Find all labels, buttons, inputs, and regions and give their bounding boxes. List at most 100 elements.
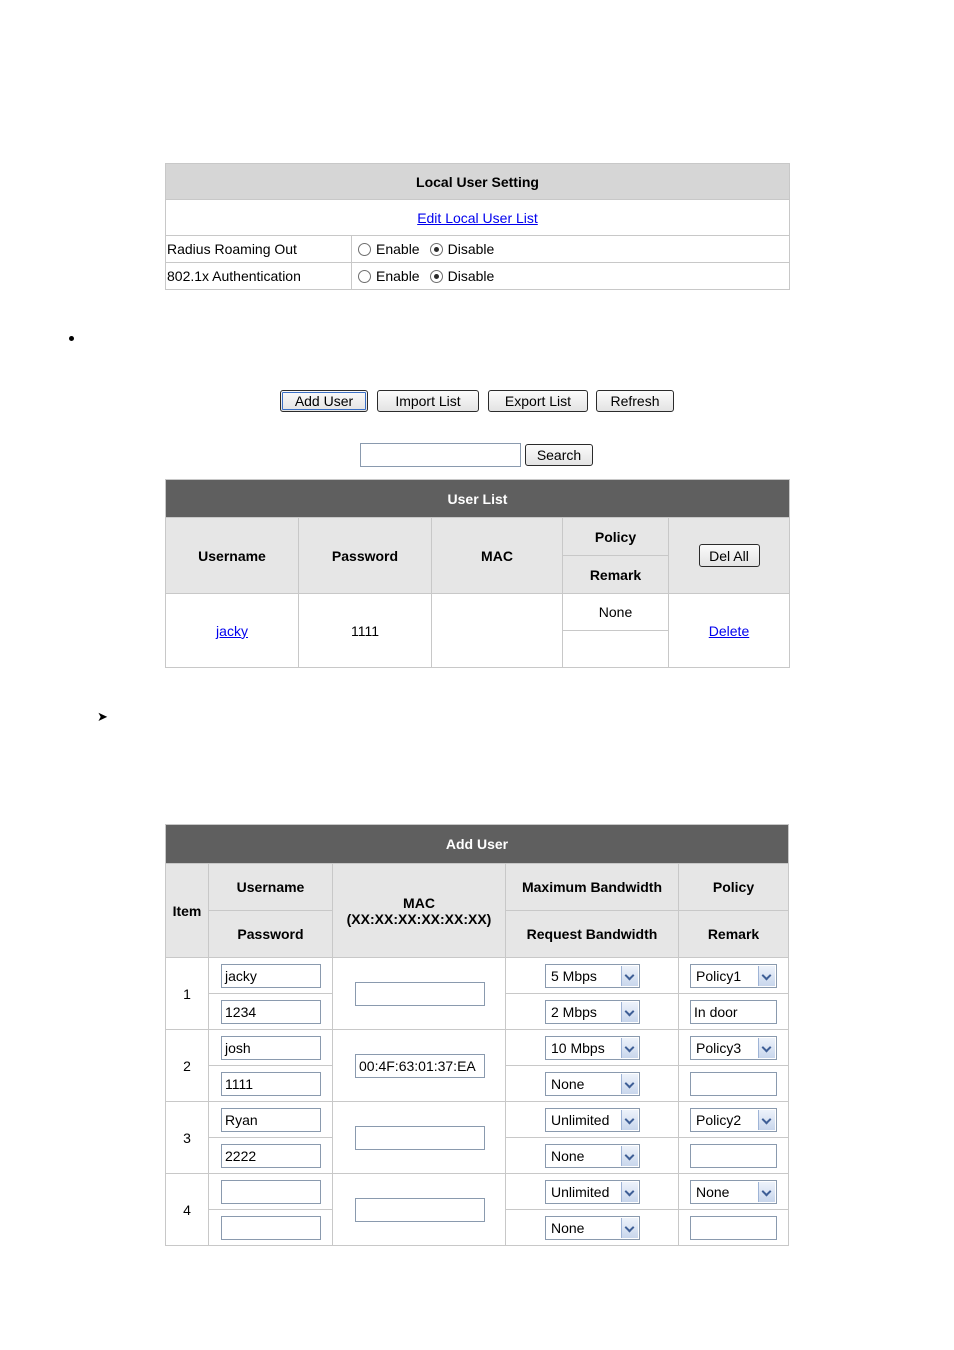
radius-roaming-enable-radio[interactable] [358, 243, 371, 256]
mac-header-label: MAC [403, 894, 435, 911]
select-value: Policy3 [696, 1039, 742, 1056]
policy-header: Policy [678, 863, 789, 911]
password-input[interactable]: 2222 [221, 1143, 321, 1168]
password-cell: 1111 [298, 593, 432, 668]
remark-input[interactable] [690, 1215, 777, 1240]
request-bandwidth-select[interactable]: 2 Mbps [545, 999, 640, 1024]
remark-input[interactable] [690, 1071, 777, 1096]
username-input[interactable]: jacky [221, 963, 321, 988]
del-all-button[interactable]: Del All [698, 544, 760, 567]
mac-header: MAC [431, 517, 563, 594]
item-number: 3 [165, 1101, 209, 1174]
dot1x-enable-radio[interactable] [358, 270, 371, 283]
policy-select[interactable]: None [690, 1179, 777, 1204]
policy-select[interactable]: Policy2 [690, 1107, 777, 1132]
refresh-button[interactable]: Refresh [596, 390, 674, 412]
remark-cell [562, 630, 669, 668]
chevron-down-icon [621, 965, 638, 986]
password-input[interactable] [221, 1215, 321, 1240]
chevron-down-icon [621, 1109, 638, 1130]
add-user-table: Add User Item Username MAC (XX:XX:XX:XX:… [165, 824, 789, 1246]
add-user-title: Add User [165, 824, 789, 864]
import-list-button[interactable]: Import List [377, 390, 479, 412]
max-bandwidth-header: Maximum Bandwidth [505, 863, 679, 911]
max-bandwidth-select[interactable]: 5 Mbps [545, 963, 640, 988]
remark-header: Remark [562, 555, 669, 594]
enable-label: Enable [376, 268, 420, 284]
del-all-cell: Del All [668, 517, 790, 594]
bullet-point [69, 336, 74, 341]
chevron-down-icon [621, 1037, 638, 1058]
mac-input[interactable] [355, 1125, 485, 1150]
username-input[interactable]: Ryan [221, 1107, 321, 1132]
policy-select[interactable]: Policy1 [690, 963, 777, 988]
select-value: Policy2 [696, 1111, 742, 1128]
mac-input[interactable] [355, 1197, 485, 1222]
mac-format-label: (XX:XX:XX:XX:XX:XX) [346, 910, 492, 927]
select-value: None [551, 1147, 585, 1164]
local-user-setting-title: Local User Setting [165, 163, 790, 200]
item-number: 4 [165, 1173, 209, 1246]
chevron-down-icon [621, 1181, 638, 1202]
arrow-bullet-icon: ➤ [97, 709, 108, 724]
mac-input[interactable]: 00:4F:63:01:37:EA [355, 1053, 485, 1078]
mac-cell [431, 593, 563, 668]
search-button[interactable]: Search [525, 444, 593, 466]
local-user-setting-table: Local User Setting Edit Local User List … [165, 163, 790, 290]
select-value: None [696, 1183, 730, 1200]
request-bandwidth-select[interactable]: None [545, 1071, 640, 1096]
add-user-button[interactable]: Add User [280, 390, 368, 412]
chevron-down-icon [758, 1037, 775, 1058]
dot1x-disable-radio[interactable] [429, 270, 443, 283]
chevron-down-icon [758, 965, 775, 986]
select-value: 10 Mbps [551, 1039, 605, 1056]
chevron-down-icon [621, 1217, 638, 1238]
username-cell: jacky [165, 593, 299, 668]
edit-local-user-list-link[interactable]: Edit Local User List [417, 210, 538, 226]
password-input[interactable]: 1234 [221, 999, 321, 1024]
user-list-title: User List [165, 479, 790, 518]
search-input[interactable] [360, 443, 521, 467]
request-bandwidth-select[interactable]: None [545, 1143, 640, 1168]
password-header: Password [208, 910, 333, 958]
enable-label: Enable [376, 241, 420, 257]
dot1x-authentication-options: Enable Disable [351, 262, 790, 290]
username-link[interactable]: jacky [216, 623, 248, 639]
username-header: Username [165, 517, 299, 594]
remark-header: Remark [678, 910, 789, 958]
select-value: None [551, 1075, 585, 1092]
username-header: Username [208, 863, 333, 911]
password-header: Password [298, 517, 432, 594]
item-header: Item [165, 863, 209, 958]
policy-select[interactable]: Policy3 [690, 1035, 777, 1060]
policy-cell: None [562, 593, 669, 631]
select-value: None [551, 1219, 585, 1236]
chevron-down-icon [621, 1073, 638, 1094]
username-input[interactable]: josh [221, 1035, 321, 1060]
disable-label: Disable [447, 268, 495, 284]
radius-roaming-out-options: Enable Disable [351, 235, 790, 263]
export-list-button[interactable]: Export List [488, 390, 588, 412]
password-input[interactable]: 1111 [221, 1071, 321, 1096]
select-value: 5 Mbps [551, 967, 597, 984]
disable-label: Disable [447, 241, 495, 257]
radius-roaming-disable-radio[interactable] [429, 243, 443, 256]
max-bandwidth-select[interactable]: Unlimited [545, 1179, 640, 1204]
max-bandwidth-select[interactable]: Unlimited [545, 1107, 640, 1132]
item-number: 2 [165, 1029, 209, 1102]
remark-input[interactable] [690, 1143, 777, 1168]
select-value: Policy1 [696, 967, 742, 984]
select-value: Unlimited [551, 1111, 610, 1128]
request-bandwidth-header: Request Bandwidth [505, 910, 679, 958]
username-input[interactable] [221, 1179, 321, 1204]
delete-link[interactable]: Delete [709, 623, 749, 639]
select-value: Unlimited [551, 1183, 610, 1200]
mac-input[interactable] [355, 981, 485, 1006]
remark-input[interactable]: In door [690, 999, 777, 1024]
chevron-down-icon [758, 1181, 775, 1202]
request-bandwidth-select[interactable]: None [545, 1215, 640, 1240]
select-value: 2 Mbps [551, 1003, 597, 1020]
item-number: 1 [165, 957, 209, 1030]
max-bandwidth-select[interactable]: 10 Mbps [545, 1035, 640, 1060]
chevron-down-icon [621, 1145, 638, 1166]
